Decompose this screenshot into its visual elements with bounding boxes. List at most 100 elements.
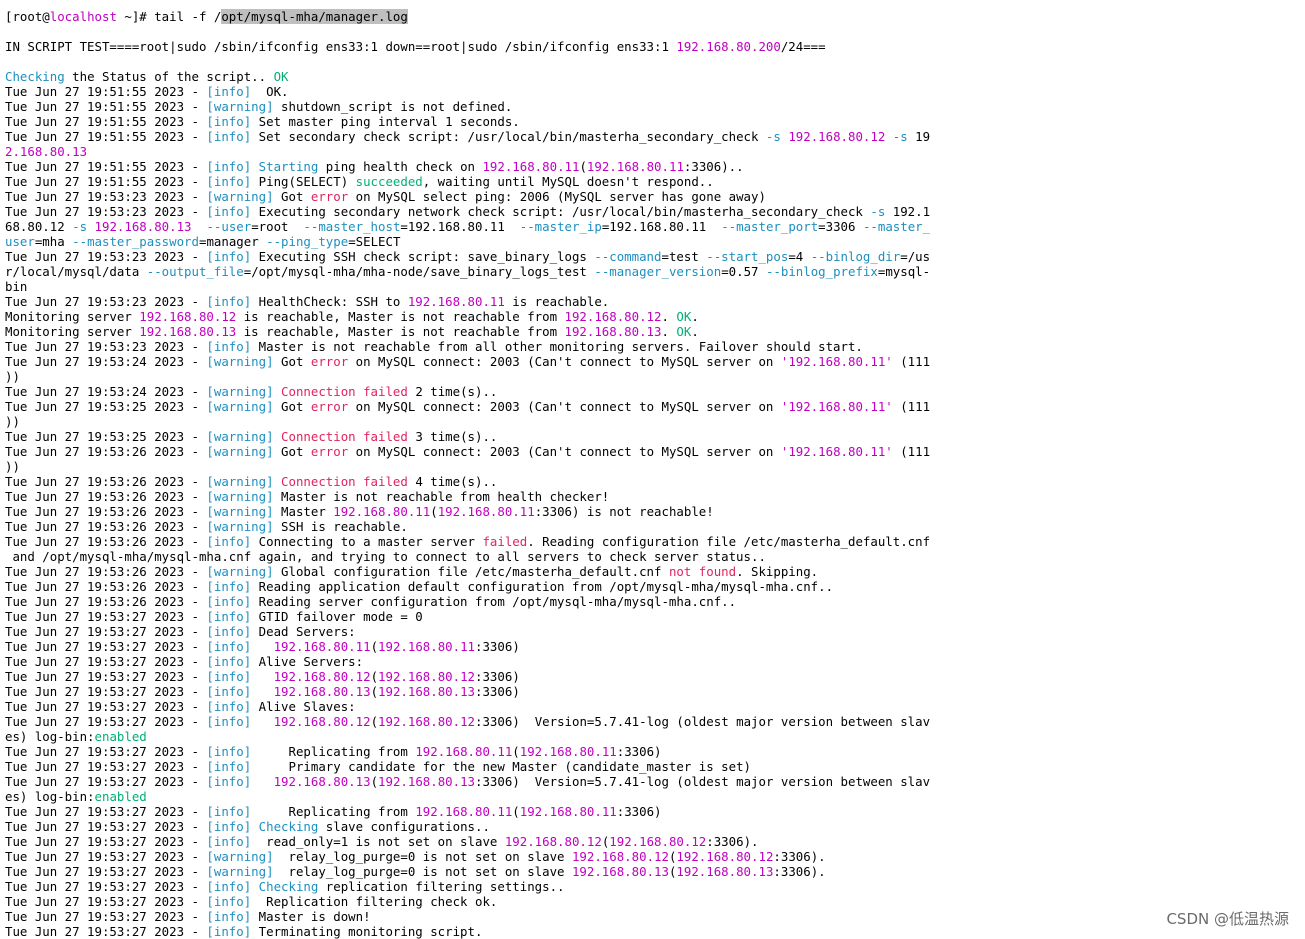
terminal-segment: error bbox=[310, 444, 349, 459]
terminal-segment: . Reading configuration file /etc/master… bbox=[527, 534, 931, 549]
terminal-segment: 192.168.80.11 bbox=[519, 804, 617, 819]
terminal-segment: user bbox=[5, 234, 35, 249]
terminal-segment: [info] bbox=[206, 744, 252, 759]
terminal-segment: on MySQL connect: 2003 (Can't connect to… bbox=[348, 354, 781, 369]
terminal-segment: opt/mysql-mha/manager.log bbox=[221, 9, 408, 24]
terminal-segment: [info] bbox=[206, 339, 252, 354]
terminal-segment: -s bbox=[892, 129, 908, 144]
terminal-segment: Tue Jun 27 19:53:26 2023 - bbox=[5, 489, 207, 504]
terminal-segment: [info] bbox=[206, 684, 252, 699]
terminal-segment: :3306) bbox=[475, 639, 520, 654]
terminal-segment: 192.168.80.13 bbox=[273, 684, 371, 699]
terminal-line: Tue Jun 27 19:53:26 2023 - [warning] SSH… bbox=[5, 519, 930, 534]
terminal-segment: [warning] bbox=[206, 864, 274, 879]
terminal-segment: Global configuration file /etc/masterha_… bbox=[273, 564, 669, 579]
terminal-segment: . bbox=[691, 324, 699, 339]
terminal-segment: --command bbox=[594, 249, 662, 264]
terminal-line: r/local/mysql/data --output_file=/opt/my… bbox=[5, 264, 930, 279]
terminal-segment: :3306) Version=5.7.41-log (oldest major … bbox=[475, 774, 931, 789]
terminal-line: es) log-bin:enabled bbox=[5, 729, 930, 744]
terminal-segment: [info] bbox=[206, 249, 252, 264]
terminal-segment: OK. bbox=[251, 84, 289, 99]
terminal-segment: is reachable, Master is not reachable fr… bbox=[236, 309, 565, 324]
terminal-line: Tue Jun 27 19:53:27 2023 - [info] 192.16… bbox=[5, 639, 930, 654]
terminal-segment: Checking bbox=[5, 69, 65, 84]
terminal-line: and /opt/mysql-mha/mysql-mha.cnf again, … bbox=[5, 549, 930, 564]
terminal-segment: :3306) Version=5.7.41-log (oldest major … bbox=[475, 714, 931, 729]
terminal-segment: 192.168.80.11 bbox=[273, 639, 371, 654]
terminal-segment: [info] bbox=[206, 669, 252, 684]
terminal-segment: Master is not reachable from all other m… bbox=[251, 339, 863, 354]
terminal-segment: Tue Jun 27 19:53:27 2023 - bbox=[5, 654, 207, 669]
terminal-segment: Connection failed bbox=[281, 384, 408, 399]
terminal-segment: 192.168.80.11 bbox=[415, 804, 513, 819]
terminal-segment: Tue Jun 27 19:51:55 2023 - bbox=[5, 99, 207, 114]
terminal-segment: the Status of the script.. bbox=[64, 69, 274, 84]
terminal-segment bbox=[251, 879, 258, 894]
terminal-segment: -s bbox=[72, 219, 88, 234]
terminal-segment: 192.168.80.12 bbox=[564, 309, 662, 324]
terminal-segment bbox=[251, 714, 273, 729]
terminal-segment: [info] bbox=[206, 624, 252, 639]
terminal-segment: =test bbox=[661, 249, 707, 264]
terminal-segment: ( bbox=[370, 639, 379, 654]
terminal-segment: Monitoring server bbox=[5, 309, 140, 324]
terminal-segment: [info] bbox=[206, 699, 252, 714]
terminal-line: )) bbox=[5, 459, 930, 474]
terminal-line: Tue Jun 27 19:51:55 2023 - [info] Set ma… bbox=[5, 114, 930, 129]
terminal-segment: Got bbox=[273, 354, 311, 369]
terminal-output[interactable]: [root@localhost ~]# tail -f /opt/mysql-m… bbox=[5, 9, 930, 939]
terminal-segment: slave configurations.. bbox=[318, 819, 490, 834]
terminal-segment: ( bbox=[370, 714, 379, 729]
terminal-segment: ( bbox=[370, 774, 379, 789]
terminal-segment: 192.168.80.11 bbox=[415, 744, 513, 759]
terminal-line: Tue Jun 27 19:53:26 2023 - [warning] Mas… bbox=[5, 504, 930, 519]
terminal-segment: IN SCRIPT TEST====root|sudo /sbin/ifconf… bbox=[5, 39, 677, 54]
terminal-segment: Reading application default configuratio… bbox=[251, 579, 834, 594]
terminal-segment: Alive Slaves: bbox=[251, 699, 356, 714]
terminal-segment: 192.168.80.12 bbox=[378, 714, 476, 729]
terminal-segment: 192.168.80.13 bbox=[571, 864, 669, 879]
terminal-segment: Checking bbox=[258, 819, 319, 834]
terminal-segment: Connection failed bbox=[281, 474, 408, 489]
terminal-segment: Terminating monitoring script. bbox=[251, 924, 483, 939]
terminal-segment: [info] bbox=[206, 129, 252, 144]
terminal-segment: [info] bbox=[206, 819, 252, 834]
terminal-segment: --manager_version bbox=[594, 264, 722, 279]
terminal-segment: [warning] bbox=[206, 189, 274, 204]
terminal-segment: Starting bbox=[258, 159, 319, 174]
terminal-segment: [info] bbox=[206, 159, 252, 174]
terminal-segment: [warning] bbox=[206, 519, 274, 534]
terminal-segment: 192.168.80.12 bbox=[788, 129, 886, 144]
terminal-segment: Connection failed bbox=[281, 429, 408, 444]
terminal-segment: localhost bbox=[49, 9, 117, 24]
terminal-segment bbox=[274, 384, 281, 399]
terminal-segment: ( bbox=[512, 744, 520, 759]
terminal-segment: Tue Jun 27 19:53:26 2023 - bbox=[5, 564, 207, 579]
terminal-line: Tue Jun 27 19:53:24 2023 - [warning] Got… bbox=[5, 354, 930, 369]
terminal-segment: Replication filtering check ok. bbox=[251, 894, 498, 909]
terminal-line: Tue Jun 27 19:53:27 2023 - [info] Checki… bbox=[5, 819, 930, 834]
terminal-segment: on MySQL connect: 2003 (Can't connect to… bbox=[348, 444, 781, 459]
terminal-segment bbox=[192, 219, 207, 234]
terminal-segment: is reachable, Master is not reachable fr… bbox=[236, 324, 565, 339]
terminal-segment: [info] bbox=[206, 609, 252, 624]
terminal-segment: 192.168.80.13 bbox=[564, 324, 662, 339]
terminal-segment: Tue Jun 27 19:51:55 2023 - bbox=[5, 84, 207, 99]
terminal-line: [root@localhost ~]# tail -f /opt/mysql-m… bbox=[5, 9, 930, 24]
terminal-line: 2.168.80.13 bbox=[5, 144, 930, 159]
terminal-segment: =mysql- bbox=[877, 264, 931, 279]
terminal-segment: succeeded bbox=[355, 174, 423, 189]
terminal-segment: :3306) bbox=[616, 804, 662, 819]
terminal-segment: Executing secondary network check script… bbox=[251, 204, 871, 219]
terminal-segment: :3306). bbox=[773, 864, 826, 879]
terminal-segment: (111 bbox=[892, 399, 931, 414]
terminal-segment: Reading server configuration from /opt/m… bbox=[251, 594, 737, 609]
terminal-segment: Primary candidate for the new Master (ca… bbox=[251, 759, 751, 774]
terminal-line: Tue Jun 27 19:53:27 2023 - [info] Replic… bbox=[5, 894, 930, 909]
terminal-segment: [info] bbox=[206, 594, 252, 609]
terminal-line: Tue Jun 27 19:53:27 2023 - [warning] rel… bbox=[5, 864, 930, 879]
terminal-segment: ( bbox=[512, 804, 520, 819]
terminal-segment: Tue Jun 27 19:51:55 2023 - bbox=[5, 114, 207, 129]
